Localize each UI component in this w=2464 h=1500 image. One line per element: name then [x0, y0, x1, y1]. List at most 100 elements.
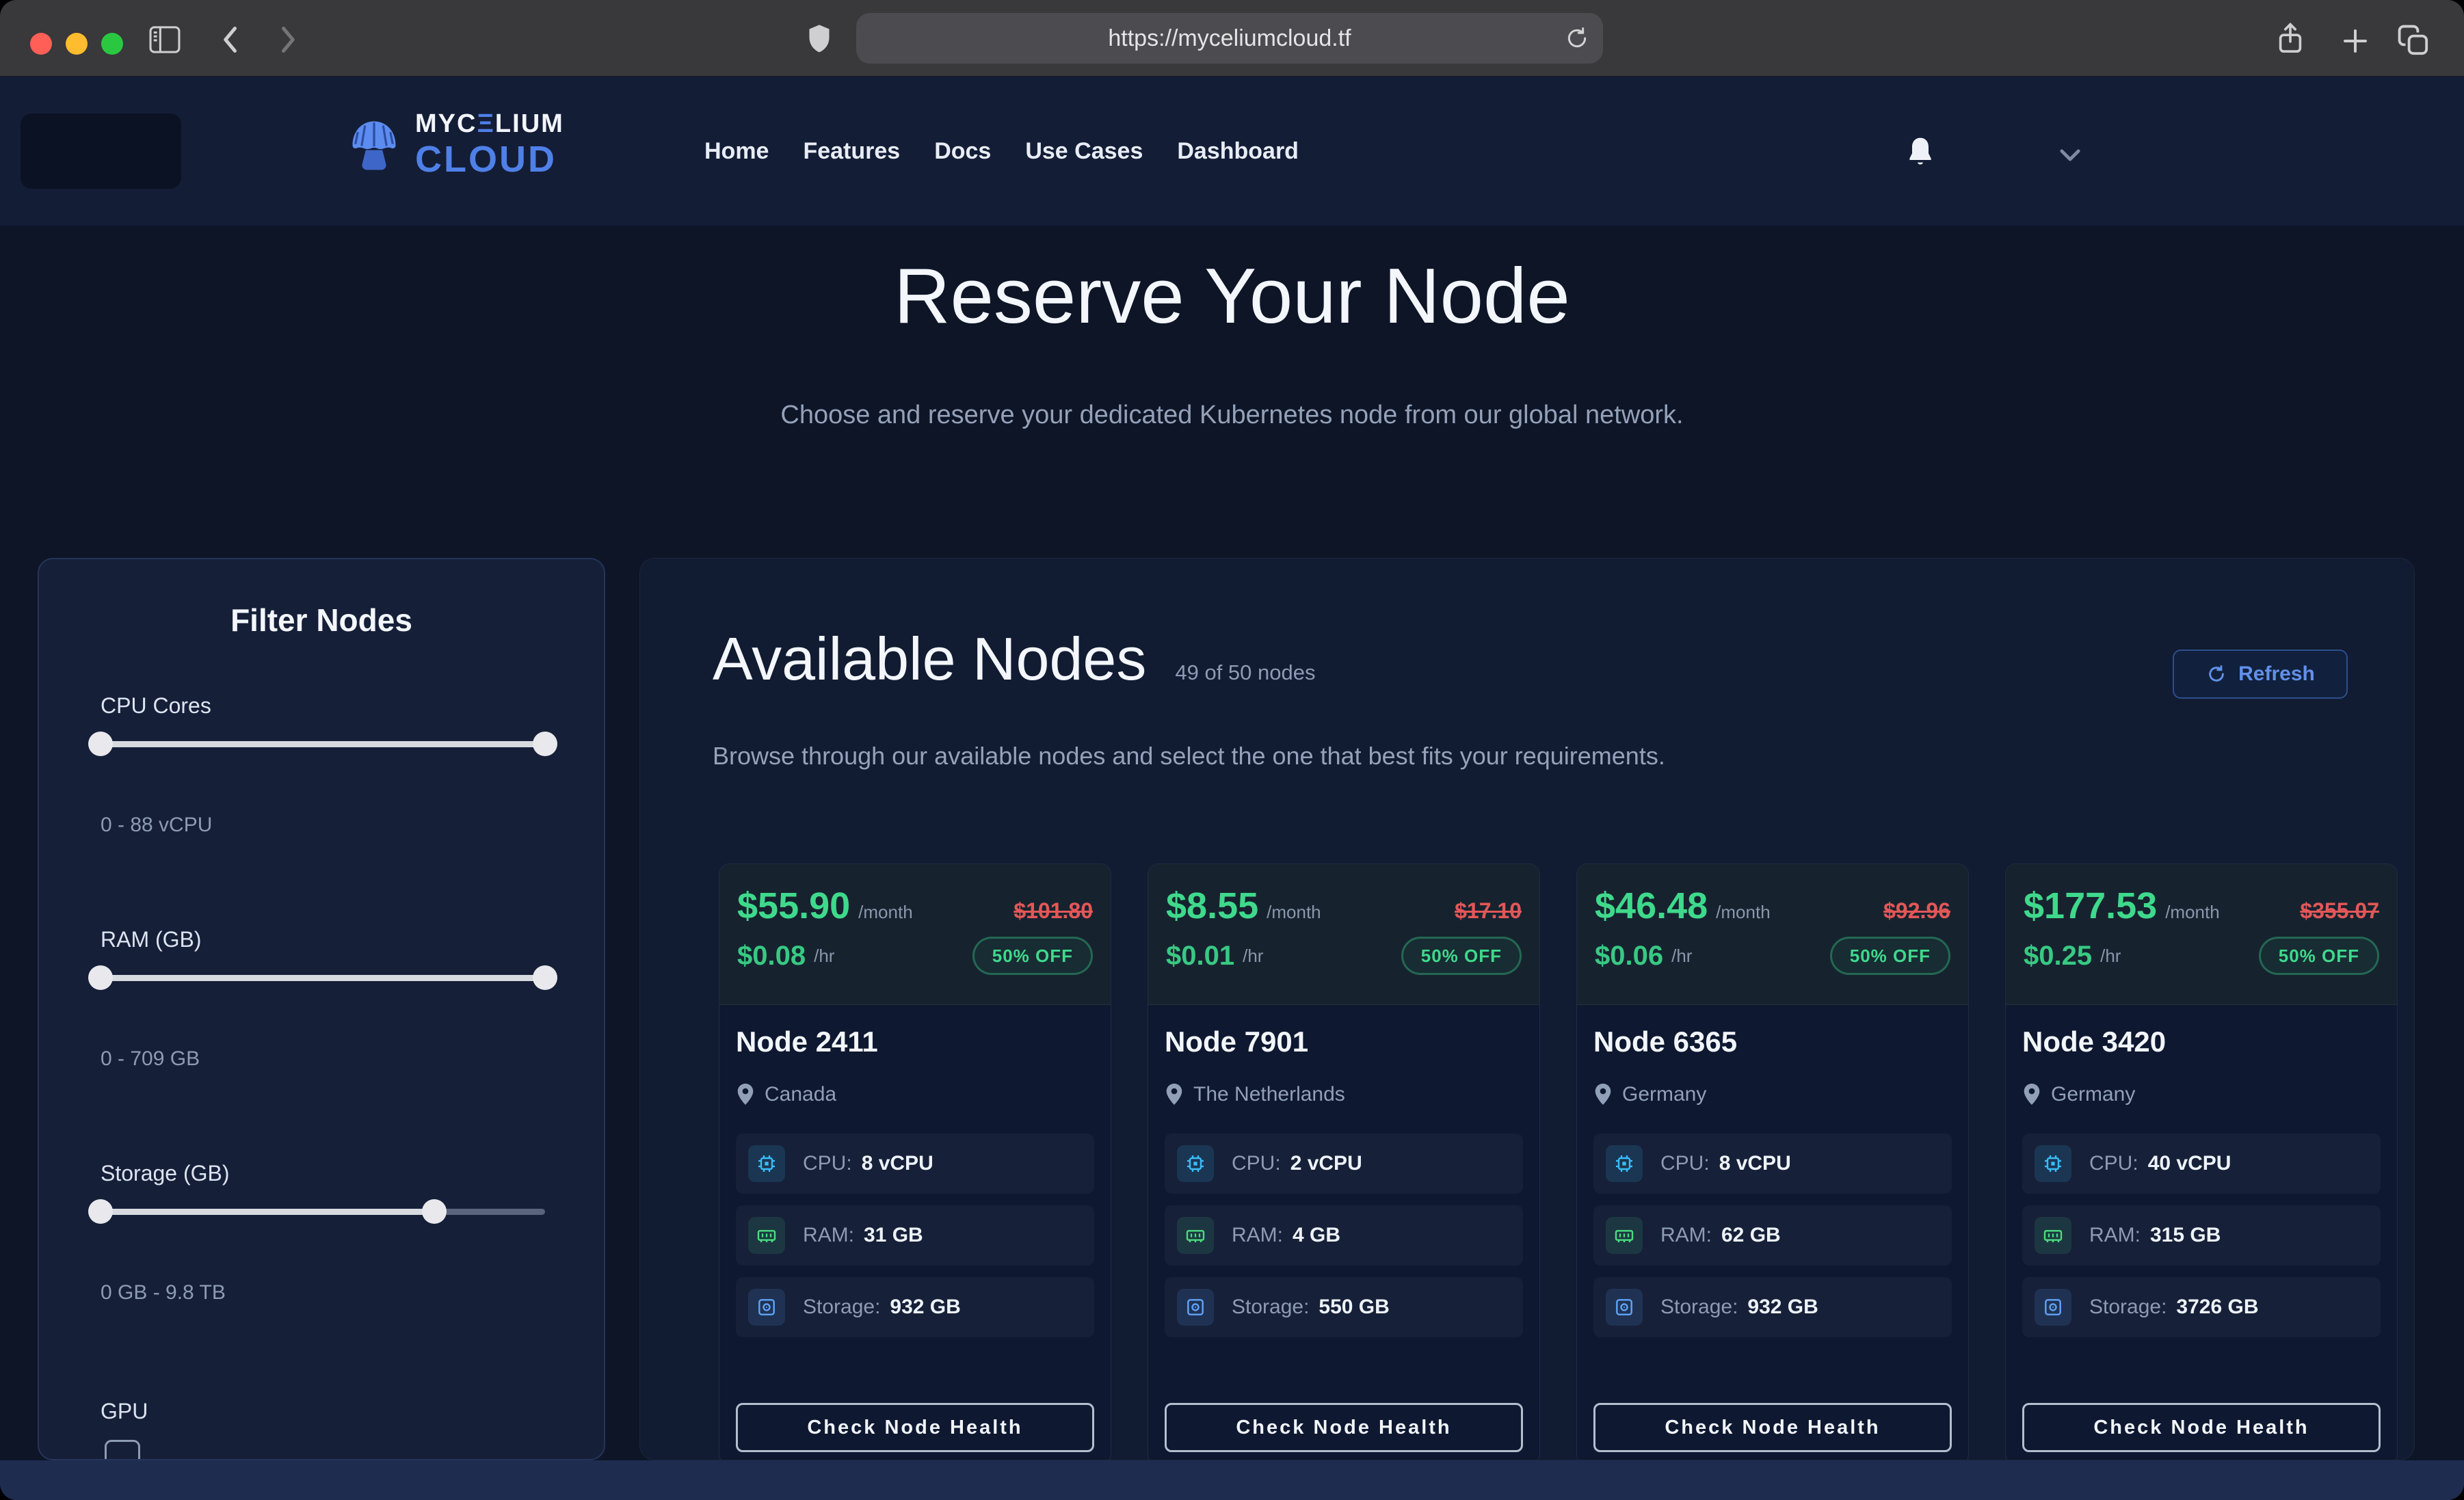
storage-value: 3726 GB [2176, 1296, 2258, 1319]
slider-track-fill [101, 1209, 434, 1215]
discount-badge: 50% OFF [2259, 937, 2379, 975]
back-icon[interactable] [217, 25, 245, 55]
cpu-slider-handle-max[interactable] [533, 732, 557, 756]
ram-range-slider[interactable] [101, 965, 545, 990]
monthly-suffix: /month [2165, 902, 2220, 923]
location-pin-icon [1593, 1084, 1613, 1106]
nav-link-dashboard[interactable]: Dashboard [1177, 138, 1299, 165]
ram-icon [748, 1217, 785, 1254]
filter-label-gpu: GPU [101, 1399, 148, 1424]
chevron-down-icon[interactable] [2058, 145, 2082, 169]
node-location: Canada [765, 1083, 836, 1106]
card-pricing-header: $177.53 /month $355.07 $0.25 /hr 50% OFF [2006, 864, 2397, 1005]
location-pin-icon [736, 1084, 755, 1106]
share-icon[interactable] [2275, 22, 2306, 55]
cpu-icon [2035, 1145, 2071, 1182]
traffic-light-zoom-button[interactable] [101, 33, 123, 55]
filter-range-cpu: 0 - 88 vCPU [101, 814, 212, 837]
node-card[interactable]: $55.90 /month $101.80 $0.08 /hr 50% OFF … [719, 863, 1111, 1460]
new-tab-icon[interactable] [2342, 27, 2369, 55]
brand-logo[interactable]: MYCΞLIUM CLOUD [345, 111, 564, 178]
tabs-overview-icon[interactable] [2398, 25, 2429, 56]
filter-range-storage: 0 GB - 9.8 TB [101, 1281, 226, 1304]
ram-value: 62 GB [1721, 1224, 1781, 1247]
location-pin-icon [2022, 1084, 2041, 1106]
hourly-price: $0.08 [737, 941, 806, 972]
monthly-price: $8.55 [1166, 885, 1258, 927]
mushroom-logo-icon [345, 113, 403, 176]
bell-icon[interactable] [1905, 135, 1935, 172]
gpu-checkbox[interactable] [105, 1440, 140, 1460]
old-price: $92.96 [1883, 898, 1950, 924]
ram-label: RAM: [1660, 1224, 1712, 1247]
cpu-spec-row: CPU: 40 vCPU [2022, 1134, 2381, 1194]
storage-label: Storage: [1660, 1296, 1738, 1319]
slider-track-fill [101, 741, 545, 747]
storage-range-slider[interactable] [101, 1199, 545, 1224]
node-cards-grid: $55.90 /month $101.80 $0.08 /hr 50% OFF … [719, 863, 2398, 1460]
cpu-label: CPU: [803, 1152, 852, 1175]
storage-slider-handle-max[interactable] [422, 1199, 447, 1224]
card-pricing-header: $46.48 /month $92.96 $0.06 /hr 50% OFF [1577, 864, 1968, 1005]
check-node-health-button[interactable]: Check Node Health [736, 1403, 1094, 1452]
storage-slider-handle-min[interactable] [88, 1199, 113, 1224]
nav-links: Home Features Docs Use Cases Dashboard [704, 77, 1299, 226]
nav-link-use-cases[interactable]: Use Cases [1025, 138, 1143, 165]
cpu-slider-handle-min[interactable] [88, 732, 113, 756]
node-card[interactable]: $177.53 /month $355.07 $0.25 /hr 50% OFF… [2005, 863, 2398, 1460]
panel-subtitle: Browse through our available nodes and s… [713, 742, 1665, 771]
cpu-icon [748, 1145, 785, 1182]
storage-label: Storage: [803, 1296, 880, 1319]
filter-panel-title: Filter Nodes [39, 602, 604, 639]
brand-logo-text: MYCΞLIUM CLOUD [415, 111, 564, 178]
traffic-light-minimize-button[interactable] [66, 33, 88, 55]
filter-range-ram: 0 - 709 GB [101, 1047, 200, 1071]
check-node-health-button[interactable]: Check Node Health [2022, 1403, 2381, 1452]
cpu-range-slider[interactable] [101, 732, 545, 756]
page-subtitle: Choose and reserve your dedicated Kubern… [0, 401, 2464, 430]
cpu-label: CPU: [2089, 1152, 2138, 1175]
reload-icon[interactable] [1563, 25, 1591, 55]
discount-badge: 50% OFF [1830, 937, 1950, 975]
card-pricing-header: $8.55 /month $17.10 $0.01 /hr 50% OFF [1148, 864, 1539, 1005]
refresh-button-label: Refresh [2238, 662, 2315, 686]
cpu-spec-row: CPU: 2 vCPU [1165, 1134, 1523, 1194]
shield-icon[interactable] [806, 23, 833, 55]
forward-icon[interactable] [274, 25, 301, 55]
browser-chrome: https://myceliumcloud.tf [0, 0, 2464, 77]
location-pin-icon [1165, 1084, 1184, 1106]
ram-slider-handle-max[interactable] [533, 965, 557, 990]
node-card[interactable]: $8.55 /month $17.10 $0.01 /hr 50% OFF No… [1148, 863, 1540, 1460]
monthly-price: $55.90 [737, 885, 850, 927]
traffic-light-close-button[interactable] [30, 33, 52, 55]
hourly-price: $0.06 [1595, 941, 1663, 972]
refresh-button[interactable]: Refresh [2173, 649, 2348, 699]
nav-link-features[interactable]: Features [803, 138, 900, 165]
nav-link-docs[interactable]: Docs [934, 138, 991, 165]
storage-spec-row: Storage: 932 GB [1593, 1277, 1952, 1337]
node-card[interactable]: $46.48 /month $92.96 $0.06 /hr 50% OFF N… [1576, 863, 1969, 1460]
nav-link-home[interactable]: Home [704, 138, 769, 165]
next-section-band [0, 1460, 2464, 1500]
card-body: Node 6365 Germany CPU: 8 vCPU [1577, 1005, 1968, 1337]
hourly-suffix: /hr [1671, 946, 1692, 967]
check-node-health-button[interactable]: Check Node Health [1165, 1403, 1523, 1452]
check-node-health-button[interactable]: Check Node Health [1593, 1403, 1952, 1452]
ram-slider-handle-min[interactable] [88, 965, 113, 990]
address-bar[interactable]: https://myceliumcloud.tf [856, 13, 1603, 64]
node-name: Node 3420 [2022, 1026, 2381, 1058]
ram-value: 31 GB [864, 1224, 923, 1247]
panel-title: Available Nodes [713, 624, 1146, 694]
cpu-icon [1177, 1145, 1214, 1182]
cpu-value: 2 vCPU [1290, 1152, 1362, 1175]
old-price: $101.80 [1014, 898, 1093, 924]
monthly-price: $177.53 [2024, 885, 2157, 927]
card-pricing-header: $55.90 /month $101.80 $0.08 /hr 50% OFF [719, 864, 1111, 1005]
storage-spec-row: Storage: 550 GB [1165, 1277, 1523, 1337]
ram-spec-row: RAM: 62 GB [1593, 1205, 1952, 1265]
storage-value: 932 GB [1747, 1296, 1818, 1319]
sidebar-toggle-icon[interactable] [149, 26, 181, 53]
old-price: $17.10 [1455, 898, 1522, 924]
ram-icon [1606, 1217, 1643, 1254]
page-title: Reserve Your Node [0, 252, 2464, 341]
